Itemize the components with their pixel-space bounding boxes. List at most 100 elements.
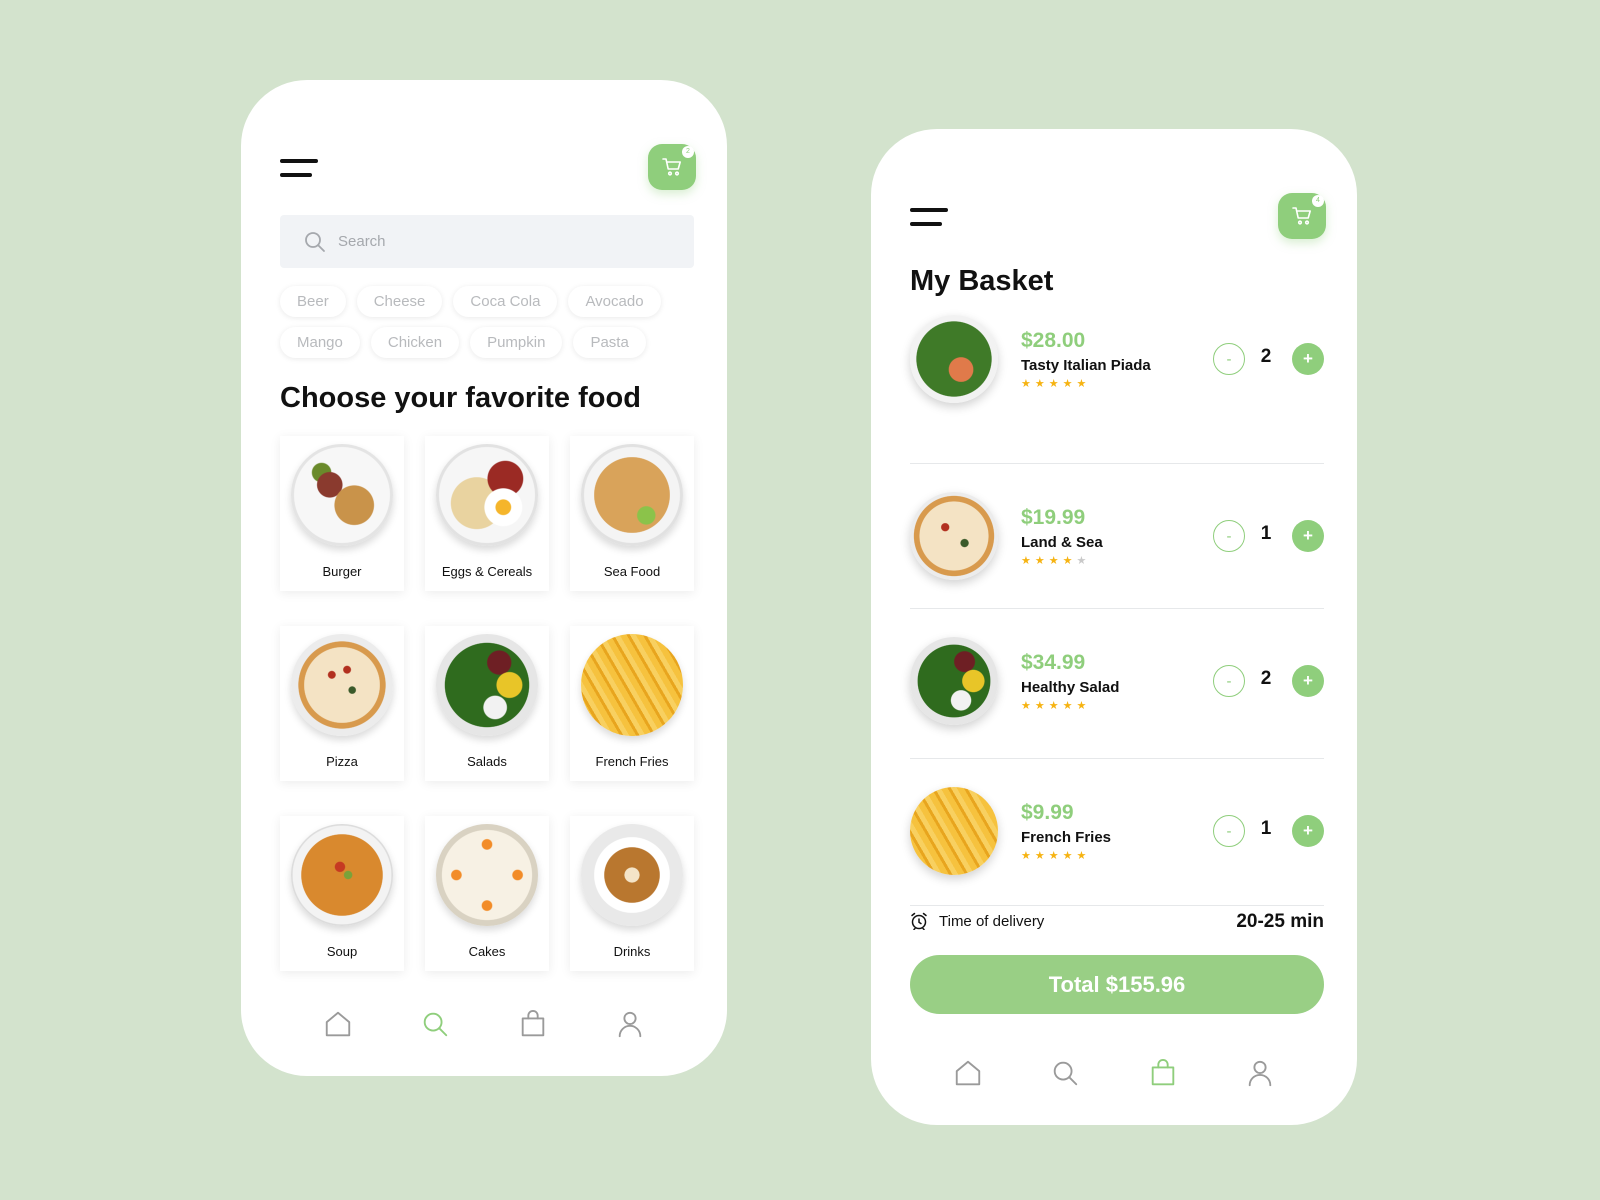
- item-name: French Fries: [1021, 829, 1112, 846]
- tag-chip[interactable]: Mango: [280, 327, 360, 358]
- cake-image: [436, 824, 538, 926]
- coffee-cup-image: [581, 824, 683, 926]
- basket-item: $28.00 Tasty Italian Piada ★★★★★ -2 +: [910, 315, 1324, 464]
- category-label: French Fries: [595, 754, 669, 769]
- food-thumbnail-image: [910, 492, 998, 580]
- cart-button[interactable]: 2: [648, 144, 696, 190]
- bag-icon: [1151, 1059, 1174, 1086]
- nav-home-button[interactable]: [952, 1057, 984, 1089]
- rating-stars: ★★★★★: [1021, 377, 1090, 390]
- hamburger-menu-icon[interactable]: [280, 159, 318, 179]
- category-card[interactable]: Sea Food: [570, 436, 694, 591]
- home-icon: [955, 1060, 980, 1086]
- tag-chip[interactable]: Cheese: [356, 286, 443, 317]
- search-icon: [424, 1012, 448, 1037]
- star-icon: ★: [1021, 378, 1035, 390]
- decrease-quantity-button[interactable]: -: [1213, 343, 1245, 375]
- category-card[interactable]: French Fries: [570, 626, 694, 781]
- tag-chip[interactable]: Avocado: [568, 286, 661, 317]
- item-name: Tasty Italian Piada: [1021, 357, 1151, 374]
- cart-icon: [662, 158, 681, 176]
- increase-quantity-button[interactable]: +: [1292, 520, 1324, 552]
- star-icon: ★: [1048, 555, 1063, 567]
- delivery-label: Time of delivery: [939, 913, 1045, 930]
- increase-quantity-button[interactable]: +: [1292, 815, 1324, 847]
- browse-screen: 2 Beer Cheese Coca Cola Avocado Mango Chicke…: [241, 80, 727, 1076]
- tag-chips: Beer Cheese Coca Cola Avocado Mango Chicken P…: [280, 286, 700, 368]
- bottom-nav: [871, 1057, 1357, 1089]
- tag-chip[interactable]: Pasta: [573, 327, 646, 358]
- bottom-nav: [241, 1008, 727, 1040]
- decrease-quantity-button[interactable]: -: [1213, 665, 1245, 697]
- category-label: Eggs & Cereals: [441, 564, 533, 579]
- nav-search-button[interactable]: [1049, 1057, 1081, 1089]
- french-fries-image: [581, 634, 683, 736]
- star-icon: ★: [1062, 378, 1077, 390]
- basket-item: $9.99 French Fries ★★★★★ -1 +: [910, 759, 1324, 906]
- nav-bag-button[interactable]: [1147, 1057, 1179, 1089]
- item-price: $34.99: [1021, 651, 1086, 674]
- cart-button[interactable]: 4: [1278, 193, 1326, 239]
- page-title: My Basket: [910, 265, 1054, 297]
- nav-profile-button[interactable]: [614, 1008, 646, 1040]
- nav-profile-button[interactable]: [1244, 1057, 1276, 1089]
- category-label: Sea Food: [603, 564, 661, 579]
- cart-icon: [1292, 207, 1311, 225]
- search-icon: [305, 231, 325, 252]
- star-icon: ★: [1021, 850, 1035, 862]
- search-input[interactable]: [338, 233, 658, 250]
- food-thumbnail-image: [910, 315, 998, 403]
- tag-chip[interactable]: Pumpkin: [470, 327, 563, 358]
- cart-count-badge: 2: [682, 146, 694, 158]
- tag-chip[interactable]: Coca Cola: [453, 286, 558, 317]
- category-label: Pizza: [326, 754, 358, 769]
- eggs-cereals-plate-image: [436, 444, 538, 546]
- cart-count-badge: 4: [1312, 195, 1324, 207]
- quantity-value: 1: [1260, 818, 1272, 839]
- chip-row: Mango Chicken Pumpkin Pasta: [280, 327, 700, 358]
- sea-food-plate-image: [581, 444, 683, 546]
- decrease-quantity-button[interactable]: -: [1213, 520, 1245, 552]
- increase-quantity-button[interactable]: +: [1292, 343, 1324, 375]
- decrease-quantity-button[interactable]: -: [1213, 815, 1245, 847]
- nav-home-button[interactable]: [322, 1008, 354, 1040]
- basket-item: $19.99 Land & Sea ★★★★★ -1 +: [910, 464, 1324, 609]
- burger-plate-image: [291, 444, 393, 546]
- search-icon: [1054, 1061, 1078, 1086]
- tag-chip[interactable]: Beer: [280, 286, 346, 317]
- category-card[interactable]: Cakes: [425, 816, 549, 971]
- item-name: Healthy Salad: [1021, 679, 1120, 696]
- star-icon: ★: [1048, 378, 1063, 390]
- category-card[interactable]: Salads: [425, 626, 549, 781]
- star-icon: ★: [1062, 555, 1077, 567]
- alarm-clock-icon: [911, 912, 927, 930]
- star-icon: ★: [1021, 700, 1035, 712]
- category-card[interactable]: Pizza: [280, 626, 404, 781]
- star-icon: ★: [1076, 378, 1091, 390]
- category-card[interactable]: Drinks: [570, 816, 694, 971]
- search-field[interactable]: [280, 215, 694, 268]
- basket-item: $34.99 Healthy Salad ★★★★★ -2 +: [910, 609, 1324, 759]
- star-icon: ★: [1062, 850, 1077, 862]
- quantity-value: 1: [1260, 523, 1272, 544]
- tag-chip[interactable]: Chicken: [370, 327, 460, 358]
- category-label: Burger: [322, 564, 362, 579]
- delivery-time-value: 20-25 min: [1236, 911, 1324, 932]
- category-label: Cakes: [468, 944, 506, 959]
- delivery-time-row: Time of delivery 20-25 min: [910, 907, 1324, 937]
- user-icon: [619, 1011, 642, 1038]
- category-card[interactable]: Soup: [280, 816, 404, 971]
- rating-stars: ★★★★★: [1021, 849, 1090, 862]
- item-name: Land & Sea: [1021, 534, 1103, 551]
- nav-search-button[interactable]: [419, 1008, 451, 1040]
- user-icon: [1249, 1060, 1272, 1087]
- star-icon: ★: [1034, 700, 1049, 712]
- category-card[interactable]: Burger: [280, 436, 404, 591]
- hamburger-menu-icon[interactable]: [910, 208, 948, 228]
- nav-bag-button[interactable]: [517, 1008, 549, 1040]
- increase-quantity-button[interactable]: +: [1292, 665, 1324, 697]
- food-thumbnail-image: [910, 787, 998, 875]
- category-card[interactable]: Eggs & Cereals: [425, 436, 549, 591]
- item-price: $28.00: [1021, 329, 1086, 352]
- total-checkout-button[interactable]: Total $155.96: [910, 955, 1324, 1014]
